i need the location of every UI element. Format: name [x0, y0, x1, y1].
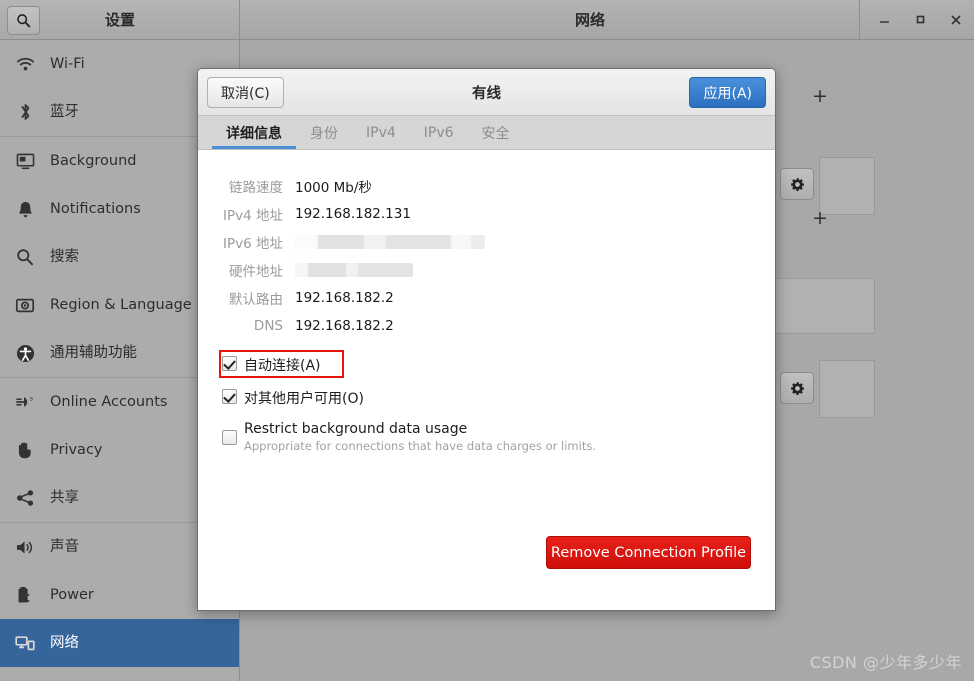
tab-details[interactable]: 详细信息	[212, 116, 296, 149]
sidebar-item-label: Background	[50, 152, 137, 169]
watermark: CSDN @少年多少年	[809, 653, 962, 672]
window-controls	[859, 0, 974, 39]
apply-button[interactable]: 应用(A)	[689, 77, 766, 108]
tab-security[interactable]: 安全	[468, 116, 524, 149]
sidebar-item-label: 声音	[50, 538, 79, 555]
minimize-button[interactable]	[866, 0, 902, 39]
sidebar-item-label: Privacy	[50, 441, 103, 458]
tab-identity[interactable]: 身份	[296, 116, 352, 149]
detail-row: IPv4 地址 192.168.182.131	[198, 200, 775, 228]
maximize-icon	[916, 15, 924, 24]
search-icon	[17, 14, 31, 28]
svg-text:s: s	[30, 396, 33, 403]
wired-connection-dialog: 有线 取消(C) 应用(A) 详细信息 身份 IPv4 IPv6 安全 链路速度…	[197, 68, 776, 611]
detail-value: 192.168.182.2	[295, 318, 394, 334]
dialog-tabs: 详细信息 身份 IPv4 IPv6 安全	[198, 116, 775, 150]
minimize-icon	[879, 21, 889, 23]
connection-options-list: 自动连接(A) 对其他用户可用(O) Restrict background d…	[198, 350, 775, 467]
checkbox-text: 自动连接(A)	[244, 355, 321, 375]
cancel-button[interactable]: 取消(C)	[207, 77, 284, 108]
dialog-body: 链路速度 1000 Mb/秒 IPv4 地址 192.168.182.131 I…	[198, 150, 775, 610]
gear-icon	[790, 381, 804, 395]
window-controls-separator	[859, 0, 860, 39]
available-to-other-users-checkbox[interactable]	[222, 389, 237, 404]
detail-row: 默认路由 192.168.182.2	[198, 284, 775, 312]
sidebar-item-label: 蓝牙	[50, 103, 79, 120]
checkbox-label: Restrict background data usage	[244, 421, 468, 437]
add-connection-button-2[interactable]: +	[812, 209, 828, 228]
detail-value-redacted	[295, 263, 413, 277]
settings-gear-button-2[interactable]	[780, 372, 814, 404]
bluetooth-icon	[12, 100, 38, 124]
speaker-icon	[12, 535, 38, 559]
checkbox-label: 自动连接(A)	[244, 358, 321, 374]
detail-row: DNS 192.168.182.2	[198, 312, 775, 340]
detail-key: DNS	[253, 318, 283, 334]
detail-value: 192.168.182.2	[295, 290, 394, 306]
detail-key: IPv4 地址	[223, 208, 283, 224]
gear-icon	[790, 177, 804, 191]
sidebar-item-label: 通用辅助功能	[50, 344, 137, 361]
dialog-header: 有线 取消(C) 应用(A)	[198, 69, 775, 116]
detail-key: 链路速度	[229, 180, 283, 196]
connection-details-list: 链路速度 1000 Mb/秒 IPv4 地址 192.168.182.131 I…	[198, 172, 775, 340]
detail-key: IPv6 地址	[223, 236, 283, 252]
checkbox-text: 对其他用户可用(O)	[244, 388, 364, 408]
online-accounts-icon: s	[12, 390, 38, 414]
dialog-title: 有线	[472, 85, 501, 102]
network-icon	[12, 631, 38, 655]
autoconnect-checkbox[interactable]	[222, 356, 237, 371]
search-button[interactable]	[7, 6, 40, 35]
checkbox-row-restrict-background[interactable]: Restrict background data usage Appropria…	[198, 421, 775, 454]
tab-ipv4[interactable]: IPv4	[352, 116, 410, 149]
settings-gear-button-1[interactable]	[780, 168, 814, 200]
search-icon	[12, 245, 38, 269]
page-title: 网络	[574, 11, 605, 29]
checkbox-label: 对其他用户可用(O)	[244, 391, 364, 407]
tab-ipv6[interactable]: IPv6	[410, 116, 468, 149]
sidebar-item-label: 搜索	[50, 248, 79, 265]
window-titlebar: 设置 网络	[0, 0, 974, 40]
sidebar-item-label: Wi-Fi	[50, 55, 85, 72]
screen: 设置 网络 Wi-Fi 蓝牙 Background Notifications …	[0, 0, 974, 681]
sidebar-item-label: 网络	[50, 634, 79, 651]
close-icon	[951, 14, 961, 25]
sidebar-item-label: Notifications	[50, 200, 141, 217]
detail-row: 链路速度 1000 Mb/秒	[198, 172, 775, 200]
background-icon	[12, 149, 38, 173]
hand-icon	[12, 438, 38, 462]
detail-row: 硬件地址	[198, 256, 775, 284]
globe-icon	[12, 293, 38, 317]
detail-value: 192.168.182.131	[295, 206, 411, 222]
settings-title: 设置	[104, 11, 135, 29]
checkbox-row-available-to-others[interactable]: 对其他用户可用(O)	[198, 388, 775, 408]
checkbox-description: Appropriate for connections that have da…	[244, 439, 596, 453]
sidebar-item-network[interactable]: 网络	[0, 619, 239, 667]
close-button[interactable]	[938, 0, 974, 39]
connection-card-2	[768, 278, 875, 334]
bell-icon	[12, 197, 38, 221]
battery-icon	[12, 583, 38, 607]
accessibility-icon	[12, 341, 38, 365]
sidebar-item-label: Power	[50, 586, 94, 603]
detail-key: 硬件地址	[229, 264, 283, 280]
checkbox-text: Restrict background data usage Appropria…	[244, 421, 596, 454]
connection-card-3	[819, 360, 875, 418]
remove-connection-profile-button[interactable]: Remove Connection Profile	[546, 536, 751, 569]
titlebar-left-section: 设置	[0, 0, 240, 39]
sidebar-item-label: Region & Language	[50, 296, 192, 313]
restrict-background-data-checkbox[interactable]	[222, 430, 237, 445]
sidebar-item-label: 共享	[50, 489, 79, 506]
share-icon	[12, 486, 38, 510]
maximize-button[interactable]	[902, 0, 938, 39]
detail-value: 1000 Mb/秒	[295, 180, 372, 196]
detail-row: IPv6 地址	[198, 228, 775, 256]
checkbox-row-autoconnect[interactable]: 自动连接(A)	[198, 350, 775, 378]
sidebar-item-label: Online Accounts	[50, 393, 168, 410]
add-connection-button-1[interactable]: +	[812, 87, 828, 106]
detail-key: 默认路由	[229, 292, 283, 308]
detail-value-redacted	[295, 235, 485, 249]
wifi-icon	[12, 52, 38, 76]
